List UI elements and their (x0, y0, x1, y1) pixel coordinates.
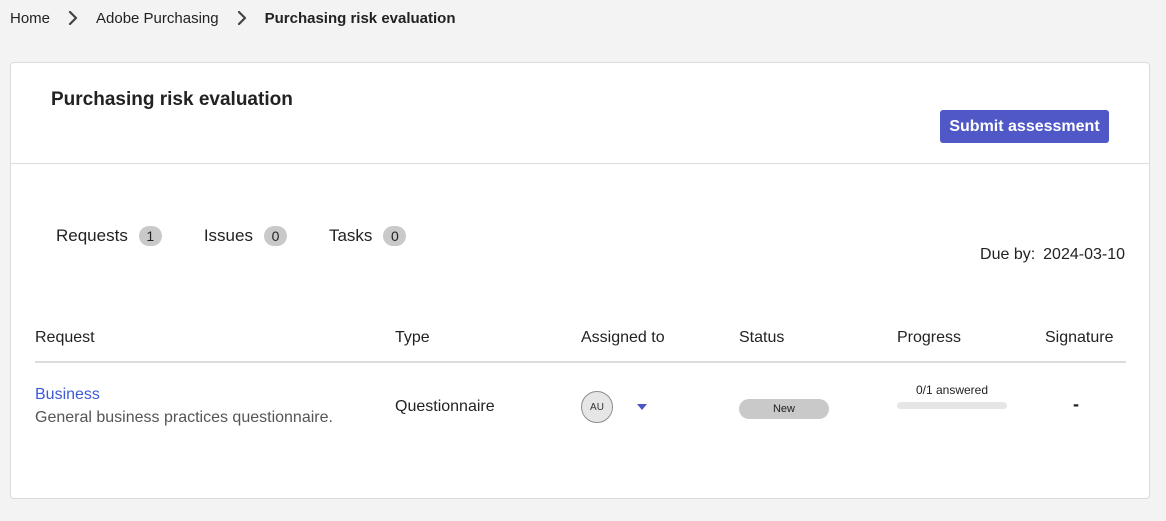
due-date: Due by: 2024-03-10 (980, 246, 1125, 264)
request-link[interactable]: Business (35, 386, 100, 404)
breadcrumb-adobe-purchasing[interactable]: Adobe Purchasing (96, 10, 219, 27)
avatar[interactable]: AU (581, 391, 613, 423)
due-value: 2024-03-10 (1043, 246, 1125, 263)
signature-value: - (1073, 394, 1079, 414)
request-description: General business practices questionnaire… (35, 409, 333, 426)
chevron-right-icon (219, 8, 265, 28)
column-header-status: Status (739, 329, 785, 346)
column-header-type: Type (395, 329, 430, 346)
requests-table: Request Type Assigned to Status Progress… (35, 318, 1126, 453)
count-badge: 0 (383, 226, 407, 246)
table-row: Business General business practices ques… (35, 363, 1126, 453)
tab-requests[interactable]: Requests 1 (56, 226, 162, 246)
page-title: Purchasing risk evaluation (51, 89, 293, 110)
tab-issues[interactable]: Issues 0 (204, 226, 287, 246)
tab-bar: Requests 1 Issues 0 Tasks 0 (56, 226, 448, 246)
breadcrumb-home[interactable]: Home (10, 10, 50, 27)
count-badge: 1 (138, 226, 162, 246)
column-header-progress: Progress (897, 329, 962, 346)
tab-label: Tasks (328, 226, 373, 245)
count-badge: 0 (263, 226, 287, 246)
column-header-signature: Signature (1045, 329, 1114, 346)
breadcrumb: Home Adobe Purchasing Purchasing risk ev… (10, 8, 456, 28)
tab-tasks[interactable]: Tasks 0 (328, 226, 407, 246)
card-header: Purchasing risk evaluation Submit assess… (11, 63, 1149, 164)
breadcrumb-current: Purchasing risk evaluation (264, 9, 456, 27)
submit-assessment-button[interactable]: Submit assessment (940, 110, 1109, 143)
caret-down-icon[interactable] (635, 402, 649, 412)
table-header: Request Type Assigned to Status Progress… (35, 318, 1126, 363)
request-type: Questionnaire (395, 398, 495, 415)
assessment-card: Purchasing risk evaluation Submit assess… (10, 62, 1150, 499)
tab-label: Requests (56, 226, 128, 245)
progress-label: 0/1 answered (915, 383, 989, 397)
column-header-request: Request (35, 329, 95, 346)
due-label: Due by: (980, 246, 1036, 263)
column-header-assigned-to: Assigned to (581, 329, 665, 346)
chevron-right-icon (50, 8, 96, 28)
progress-bar (897, 402, 1007, 409)
status-badge: New (739, 399, 829, 419)
tab-label: Issues (203, 226, 253, 245)
